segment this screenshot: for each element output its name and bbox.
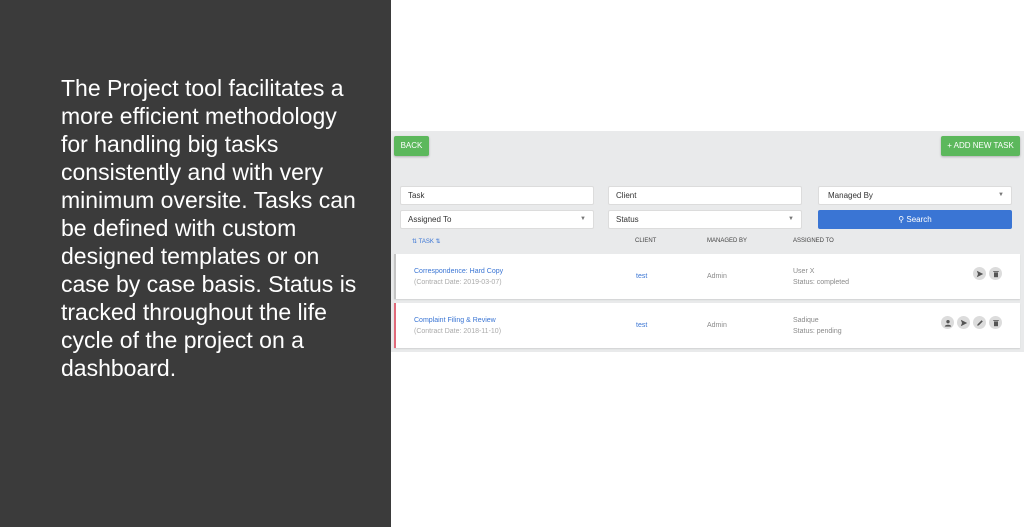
- managed-by-value: Managed By: [828, 191, 873, 200]
- send-icon[interactable]: [957, 316, 970, 329]
- description-panel: The Project tool facilitates a more effi…: [0, 0, 391, 527]
- column-header-managed-by: MANAGED BY: [707, 238, 748, 244]
- assigned-to-cell: User X: [793, 268, 815, 275]
- trash-icon[interactable]: [989, 267, 1002, 280]
- status-select[interactable]: Status ▼: [608, 210, 802, 229]
- status-text: Status: pending: [793, 328, 842, 335]
- search-button[interactable]: ⚲ Search: [818, 210, 1012, 229]
- contract-date: (Contract Date: 2019-03-07): [414, 279, 502, 286]
- table-row: Correspondence: Hard Copy (Contract Date…: [394, 254, 1020, 299]
- client-link[interactable]: test: [636, 271, 647, 282]
- column-header-task-label: TASK: [418, 239, 434, 245]
- table-row: Complaint Filing & Review (Contract Date…: [394, 303, 1020, 348]
- status-value: Status: [616, 215, 639, 224]
- column-header-assigned-to: ASSIGNED TO: [793, 238, 834, 244]
- task-search-input[interactable]: [408, 187, 568, 204]
- edit-icon[interactable]: [973, 316, 986, 329]
- column-header-task[interactable]: ⇅ TASK ⇅: [412, 238, 441, 245]
- assigned-to-cell: Sadique: [793, 317, 819, 324]
- row-actions: [941, 316, 1002, 329]
- status-text: Status: completed: [793, 279, 850, 286]
- trash-icon[interactable]: [989, 316, 1002, 329]
- add-new-task-button[interactable]: + ADD NEW TASK: [941, 136, 1020, 156]
- row-actions: [973, 267, 1002, 280]
- chevron-down-icon: ▼: [788, 216, 794, 222]
- assigned-to-select[interactable]: Assigned To ▼: [400, 210, 594, 229]
- contract-date: (Contract Date: 2018-11-10): [414, 328, 502, 335]
- assigned-to-value: Assigned To: [408, 215, 452, 224]
- task-filter-field[interactable]: [400, 186, 594, 205]
- user-icon[interactable]: [941, 316, 954, 329]
- description-text: The Project tool facilitates a more effi…: [61, 75, 357, 381]
- task-dashboard: BACK + ADD NEW TASK Managed By ▼ Assigne…: [391, 131, 1024, 352]
- search-icon: ⚲: [898, 215, 905, 224]
- sort-icon: ⇅: [412, 239, 418, 245]
- back-button[interactable]: BACK: [394, 136, 429, 156]
- client-link[interactable]: test: [636, 320, 647, 331]
- client-search-input[interactable]: [616, 187, 776, 204]
- managed-by-cell: Admin: [707, 273, 727, 280]
- sort-icon: ⇅: [435, 239, 441, 245]
- chevron-down-icon: ▼: [580, 216, 586, 222]
- client-filter-field[interactable]: [608, 186, 802, 205]
- managed-by-cell: Admin: [707, 322, 727, 329]
- column-header-client: CLIENT: [635, 238, 657, 244]
- managed-by-select[interactable]: Managed By ▼: [818, 186, 1012, 205]
- search-button-label: Search: [906, 215, 932, 224]
- task-link[interactable]: Complaint Filing & Review: [414, 315, 501, 326]
- chevron-down-icon: ▼: [998, 192, 1004, 198]
- send-icon[interactable]: [973, 267, 986, 280]
- task-link[interactable]: Correspondence: Hard Copy: [414, 266, 503, 277]
